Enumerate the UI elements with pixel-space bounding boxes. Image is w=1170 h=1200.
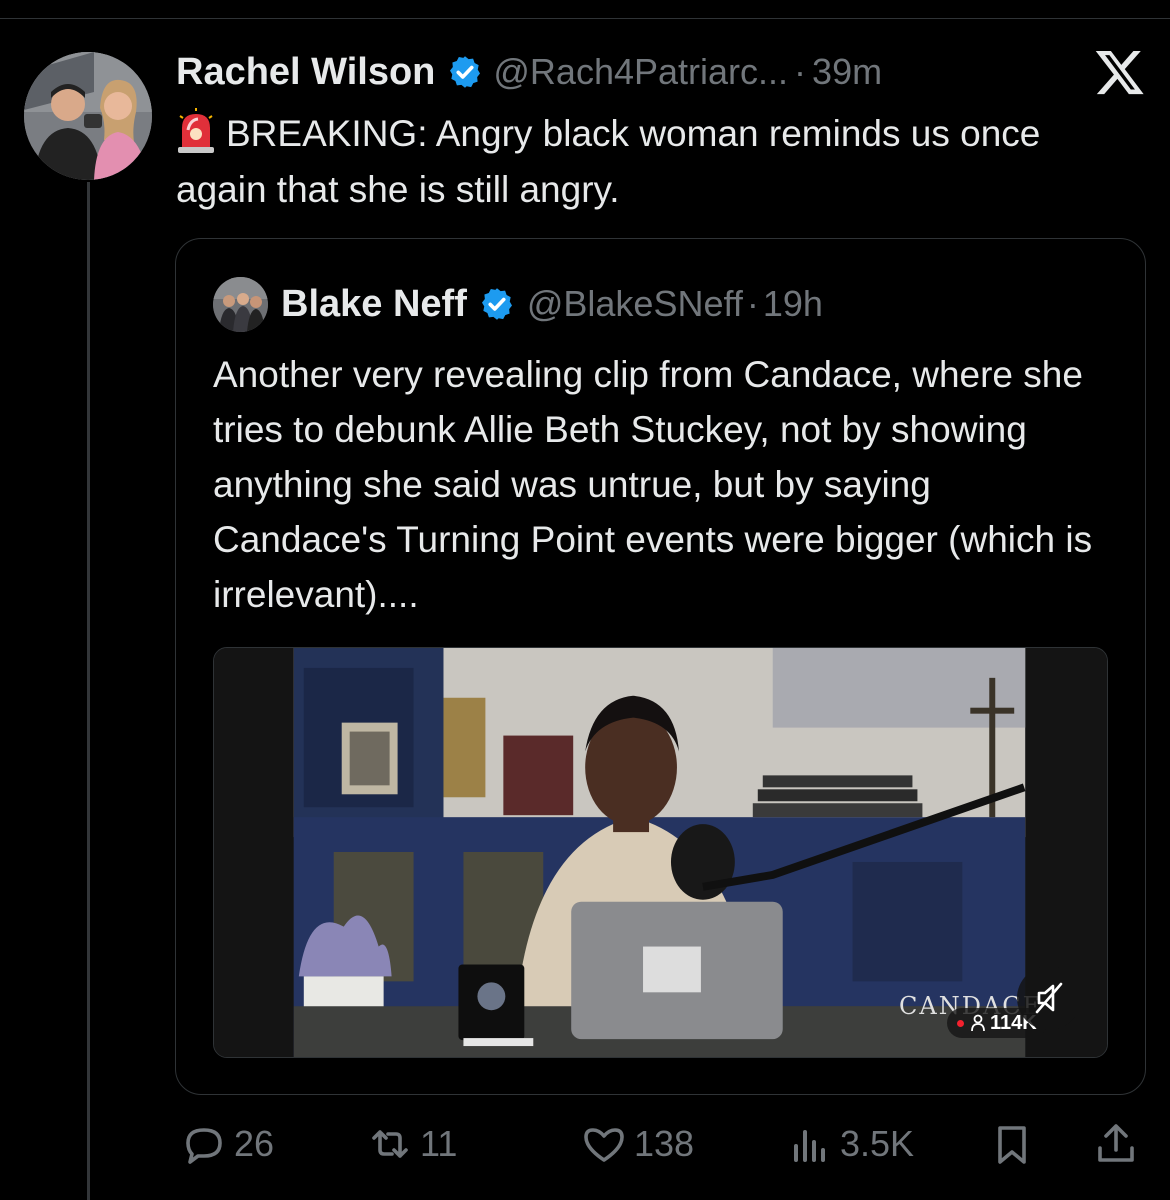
share-button[interactable]	[1092, 1112, 1146, 1176]
live-indicator-dot	[957, 1019, 964, 1027]
repost-icon	[366, 1120, 414, 1168]
repost-button[interactable]: 11	[366, 1112, 457, 1176]
quoted-author-handle[interactable]: @BlakeSNeff	[527, 283, 743, 325]
quoted-post-text: Another very revealing clip from Candace…	[213, 354, 1093, 615]
police-siren-emoji-icon	[176, 108, 216, 154]
view-count: 3.5K	[840, 1123, 915, 1164]
reply-button[interactable]: 26	[180, 1112, 274, 1176]
post-header: Rachel Wilson @Rach4Patriarc... · 39m	[176, 48, 882, 96]
author-avatar[interactable]	[24, 52, 152, 180]
verified-badge-icon	[447, 54, 483, 90]
separator-dot: ·	[746, 283, 759, 324]
author-handle[interactable]: @Rach4Patriarc...	[493, 51, 788, 93]
verified-badge-icon	[479, 286, 515, 322]
thread-line	[87, 182, 90, 1200]
heart-icon	[580, 1120, 628, 1168]
views-button[interactable]: 3.5K	[786, 1112, 914, 1176]
repost-count: 11	[420, 1123, 458, 1164]
post-text-block: BREAKING: Angry black woman reminds us o…	[176, 106, 1116, 218]
top-divider	[0, 18, 1170, 19]
like-count: 138	[634, 1123, 695, 1164]
reply-count: 26	[234, 1123, 275, 1164]
quoted-author-avatar[interactable]	[213, 277, 268, 332]
quoted-post-header: Blake Neff @BlakeSNeff · 19h	[281, 279, 823, 329]
reply-bubble-icon	[180, 1120, 228, 1168]
post-time[interactable]: 39m	[812, 51, 882, 93]
video-player[interactable]: CANDACE 114K	[213, 647, 1108, 1058]
quoted-post-time[interactable]: 19h	[763, 283, 823, 325]
quoted-post-card[interactable]: Blake Neff @BlakeSNeff · 19h Another ver…	[175, 238, 1146, 1095]
muted-speaker-icon	[1035, 982, 1063, 1014]
quoted-author-name[interactable]: Blake Neff	[281, 283, 467, 326]
like-button[interactable]: 138	[580, 1112, 694, 1176]
share-icon	[1092, 1120, 1140, 1168]
separator-dot: ·	[794, 51, 807, 92]
action-bar: 26 11 138 3.5K	[0, 1112, 1170, 1176]
x-logo-icon[interactable]	[1094, 46, 1146, 98]
person-icon	[970, 1014, 986, 1032]
bookmark-button[interactable]	[988, 1112, 1042, 1176]
post-text: BREAKING: Angry black woman reminds us o…	[176, 113, 1041, 210]
author-name[interactable]: Rachel Wilson	[176, 51, 435, 94]
bookmark-icon	[988, 1120, 1036, 1168]
mute-toggle-button[interactable]	[1017, 966, 1081, 1030]
analytics-bars-icon	[786, 1120, 834, 1168]
